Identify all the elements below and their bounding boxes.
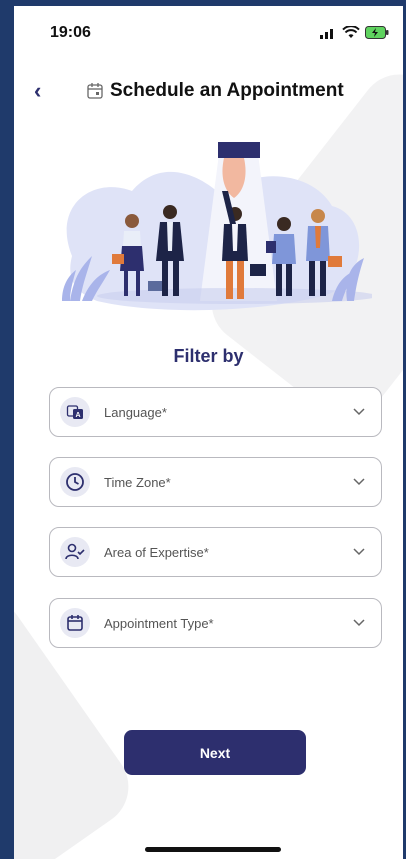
area-of-expertise-select[interactable]: Area of Expertise* bbox=[49, 527, 382, 577]
appointment-type-select[interactable]: Appointment Type* bbox=[49, 598, 382, 648]
status-time: 19:06 bbox=[50, 24, 91, 41]
chevron-down-icon bbox=[353, 619, 365, 627]
clock-icon bbox=[60, 467, 90, 497]
device-frame-left bbox=[0, 0, 14, 859]
app-screen: 19:06 ‹ Schedule an Appointment Filter b… bbox=[14, 6, 403, 859]
chevron-down-icon bbox=[353, 478, 365, 486]
home-indicator bbox=[145, 847, 281, 852]
calendar-icon bbox=[60, 608, 90, 638]
time-zone-label: Time Zone* bbox=[104, 474, 171, 490]
area-of-expertise-label: Area of Expertise* bbox=[104, 544, 209, 560]
hero-illustration bbox=[62, 142, 372, 311]
status-icons bbox=[319, 26, 389, 39]
signal-icon bbox=[320, 28, 333, 39]
title-wrap: Schedule an Appointment bbox=[86, 80, 344, 102]
person-check-icon bbox=[60, 537, 90, 567]
filter-title: Filter by bbox=[173, 346, 244, 366]
back-button[interactable]: ‹ bbox=[34, 78, 41, 104]
svg-text:A: A bbox=[75, 412, 80, 419]
next-button[interactable]: Next bbox=[124, 730, 306, 775]
language-label: Language* bbox=[104, 404, 167, 420]
language-select[interactable]: A Language* bbox=[49, 387, 382, 437]
battery-charging-icon bbox=[365, 26, 389, 39]
status-bar: 19:06 bbox=[14, 6, 403, 56]
chevron-down-icon bbox=[353, 548, 365, 556]
page-title: Schedule an Appointment bbox=[110, 80, 344, 101]
wifi-icon bbox=[342, 26, 360, 38]
chevron-down-icon bbox=[353, 408, 365, 416]
time-zone-select[interactable]: Time Zone* bbox=[49, 457, 382, 507]
header: ‹ Schedule an Appointment bbox=[14, 72, 403, 112]
calendar-icon bbox=[87, 83, 103, 99]
appointment-type-label: Appointment Type* bbox=[104, 615, 214, 631]
language-icon: A bbox=[60, 397, 90, 427]
